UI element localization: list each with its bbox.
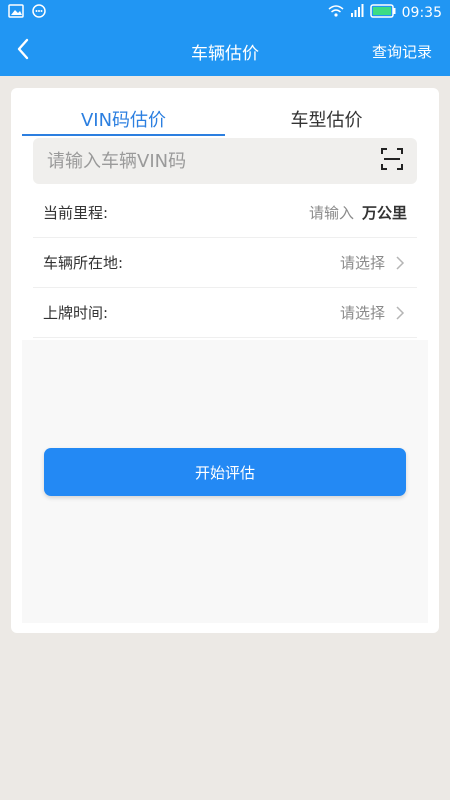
scan-button[interactable] <box>379 148 405 174</box>
scan-icon <box>381 148 403 174</box>
mileage-value: 请输入 万公里 <box>309 202 407 223</box>
plate-date-label: 上牌时间: <box>43 304 109 322</box>
wifi-icon <box>328 4 344 22</box>
location-label: 车辆所在地: <box>43 254 124 272</box>
tab-bar: VIN码估价 车型估价 <box>22 102 428 136</box>
vin-input[interactable] <box>45 138 379 184</box>
gallery-icon <box>8 4 24 22</box>
plate-date-select[interactable]: 请选择 <box>340 302 385 323</box>
plate-date-value-wrap: 请选择 <box>340 302 407 323</box>
title-bar: 车辆估价 查询记录 <box>0 26 450 76</box>
mileage-label: 当前里程: <box>43 204 109 222</box>
signal-icon <box>350 4 364 22</box>
plate-date-row[interactable]: 上牌时间: 请选择 <box>33 288 417 338</box>
status-right: 09:35 <box>328 4 442 22</box>
tab-vin[interactable]: VIN码估价 <box>22 102 225 136</box>
mileage-row[interactable]: 当前里程: 请输入 万公里 <box>33 188 417 238</box>
status-time: 09:35 <box>401 5 442 21</box>
message-icon <box>32 4 46 22</box>
back-button[interactable] <box>10 38 36 64</box>
mileage-unit: 万公里 <box>361 204 407 222</box>
vin-field <box>33 138 417 184</box>
chevron-right-icon <box>393 305 407 320</box>
start-evaluation-button[interactable]: 开始评估 <box>44 448 406 496</box>
chevron-left-icon <box>16 38 30 64</box>
chevron-right-icon <box>393 255 407 270</box>
battery-icon <box>369 4 396 22</box>
status-bar: 09:35 <box>0 0 450 26</box>
tab-model[interactable]: 车型估价 <box>225 102 428 136</box>
location-row[interactable]: 车辆所在地: 请选择 <box>33 238 417 288</box>
history-link[interactable]: 查询记录 <box>372 26 432 76</box>
location-value-wrap: 请选择 <box>340 252 407 273</box>
mileage-input[interactable]: 请输入 <box>309 202 354 223</box>
main-card: VIN码估价 车型估价 当前里程: 请输入 万公里 车辆所在地: <box>11 88 439 633</box>
location-select[interactable]: 请选择 <box>340 252 385 273</box>
status-left <box>8 4 46 22</box>
